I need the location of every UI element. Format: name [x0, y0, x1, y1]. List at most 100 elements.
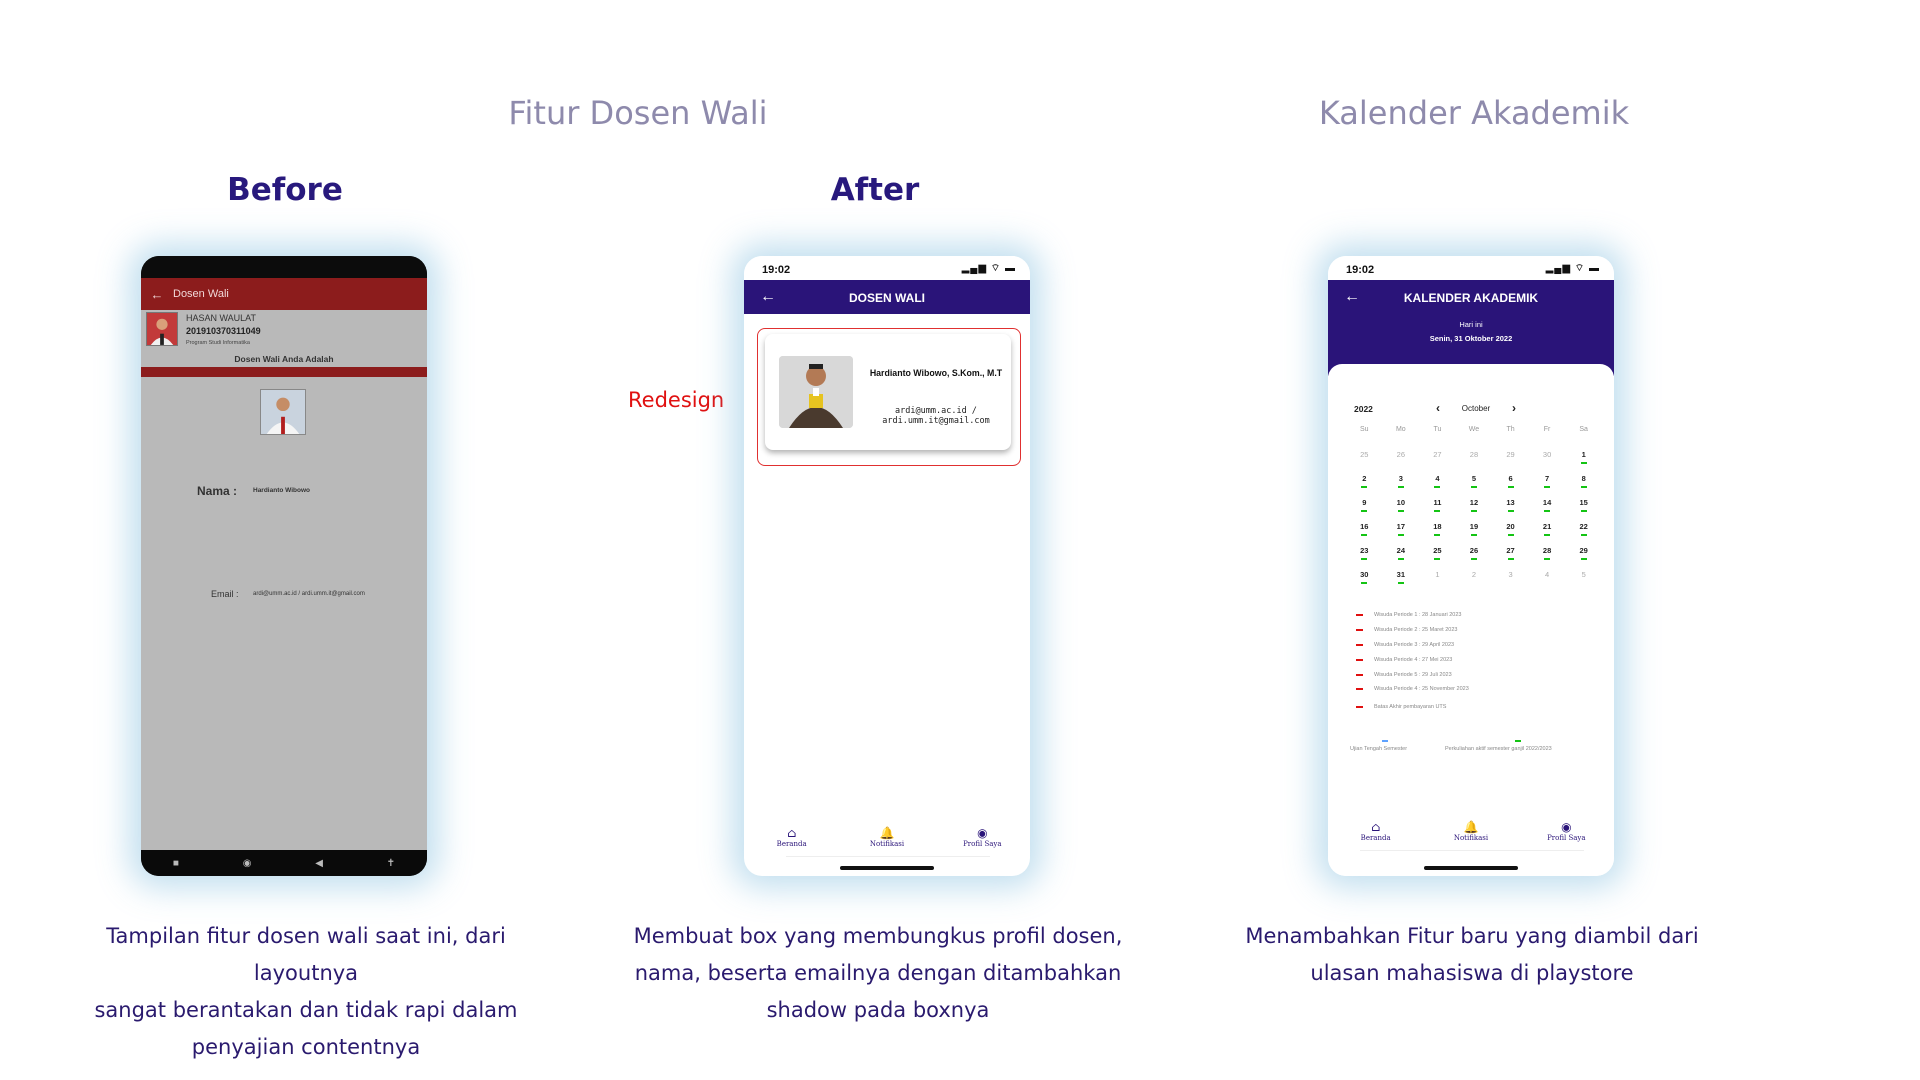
calendar-day[interactable]: 27	[1419, 450, 1456, 474]
event-indicator	[1361, 510, 1368, 512]
calendar-day[interactable]: 1	[1565, 450, 1602, 474]
calendar-day[interactable]: 6	[1492, 474, 1529, 498]
app-bar: ← KALENDER AKADEMIK Hari ini Senin, 31 O…	[1328, 280, 1614, 376]
calendar-week: 2 3 4 5 6 7 8	[1346, 474, 1602, 498]
day-number: 20	[1506, 522, 1515, 531]
day-number: 2	[1471, 570, 1477, 579]
nav-beranda[interactable]: ⌂ Beranda	[757, 826, 827, 848]
day-number: 31	[1396, 570, 1406, 579]
accessibility-icon[interactable]: ✝	[387, 858, 395, 869]
home-icon[interactable]: ◉	[243, 858, 252, 869]
recents-icon[interactable]: ■	[173, 858, 179, 869]
calendar-day[interactable]: 20	[1492, 522, 1529, 546]
calendar-day[interactable]: 23	[1346, 546, 1383, 570]
day-number: 28	[1542, 546, 1552, 555]
calendar-day[interactable]: 9	[1346, 498, 1383, 522]
calendar-day[interactable]: 31	[1383, 570, 1420, 594]
nav-profil[interactable]: ◉ Profil Saya	[947, 826, 1017, 848]
event-item: Wisuda Periode 2 : 25 Maret 2023	[1356, 623, 1596, 638]
calendar-day[interactable]: 25	[1346, 450, 1383, 474]
calendar-day[interactable]: 22	[1565, 522, 1602, 546]
calendar-day[interactable]: 13	[1492, 498, 1529, 522]
calendar-day[interactable]: 12	[1456, 498, 1493, 522]
redesign-label: Redesign	[628, 388, 725, 412]
calendar-day[interactable]: 30	[1529, 450, 1566, 474]
dosen-card[interactable]: Hardianto Wibowo, S.Kom., M.T ardi@umm.a…	[765, 334, 1011, 450]
legend-perkuliahan: Perkuliahan aktif semester ganjil 2022/2…	[1445, 746, 1552, 752]
caption-line: nama, beserta emailnya dengan ditambahka…	[634, 961, 1122, 985]
calendar-day[interactable]: 28	[1456, 450, 1493, 474]
calendar-day[interactable]: 28	[1529, 546, 1566, 570]
calendar-day[interactable]: 24	[1383, 546, 1420, 570]
chevron-right-icon[interactable]: ›	[1512, 401, 1516, 415]
calendar-day[interactable]: 27	[1492, 546, 1529, 570]
event-indicator	[1507, 510, 1514, 512]
caption-after: Membuat box yang membungkus profil dosen…	[628, 918, 1128, 1029]
calendar-day[interactable]: 14	[1529, 498, 1566, 522]
day-number: 8	[1581, 474, 1586, 483]
status-bar	[141, 256, 427, 278]
event-indicator	[1580, 558, 1587, 560]
day-number: 23	[1360, 546, 1369, 555]
event-indicator	[1434, 486, 1441, 488]
calendar-day[interactable]: 15	[1565, 498, 1602, 522]
calendar-day[interactable]: 19	[1456, 522, 1493, 546]
nav-notifikasi[interactable]: 🔔 Notifikasi	[1436, 820, 1506, 842]
event-marker	[1356, 673, 1363, 676]
day-number: 1	[1581, 450, 1586, 459]
app-bar-title: KALENDER AKADEMIK	[1403, 291, 1539, 305]
nama-value: Hardianto Wibowo	[253, 487, 310, 494]
back-arrow-icon[interactable]: ←	[141, 287, 173, 302]
calendar-day[interactable]: 29	[1565, 546, 1602, 570]
calendar-day[interactable]: 11	[1419, 498, 1456, 522]
nav-profil[interactable]: ◉ Profil Saya	[1531, 820, 1601, 842]
bottom-nav: ⌂ Beranda 🔔 Notifikasi ◉ Profil Saya	[1328, 820, 1614, 842]
calendar-grid: Su Mo Tu We Th Fr Sa 25 26 27 28 29 30 1 2 3 4 5 6 7 8 9 10 11 1…	[1346, 426, 1602, 594]
calendar-day[interactable]: 7	[1529, 474, 1566, 498]
day-number: 16	[1360, 522, 1369, 531]
student-nim: 201910370311049	[186, 326, 261, 336]
day-number: 30	[1542, 450, 1552, 459]
nav-beranda[interactable]: ⌂ Beranda	[1341, 820, 1411, 842]
calendar-day[interactable]: 25	[1419, 546, 1456, 570]
day-number: 27	[1433, 450, 1442, 459]
bell-icon: 🔔	[1463, 820, 1479, 834]
chevron-left-icon[interactable]: ‹	[1436, 401, 1440, 415]
calendar-day[interactable]: 5	[1565, 570, 1602, 594]
day-number: 28	[1469, 450, 1479, 459]
calendar-day[interactable]: 2	[1346, 474, 1383, 498]
event-indicator	[1397, 558, 1404, 560]
calendar-day[interactable]: 5	[1456, 474, 1493, 498]
caption-kalender: Menambahkan Fitur baru yang diambil dari…	[1222, 918, 1722, 992]
back-icon[interactable]: ◀	[315, 858, 323, 869]
home-indicator[interactable]	[1424, 866, 1518, 870]
event-indicator	[1361, 486, 1368, 488]
calendar-day[interactable]: 4	[1529, 570, 1566, 594]
calendar-day[interactable]: 10	[1383, 498, 1420, 522]
calendar-day[interactable]: 8	[1565, 474, 1602, 498]
calendar-day[interactable]: 26	[1456, 546, 1493, 570]
home-indicator[interactable]	[840, 866, 934, 870]
calendar-day[interactable]: 18	[1419, 522, 1456, 546]
calendar-day[interactable]: 3	[1383, 474, 1420, 498]
calendar-day[interactable]: 29	[1492, 450, 1529, 474]
event-indicator	[1361, 534, 1368, 536]
student-photo	[146, 312, 178, 346]
calendar-day[interactable]: 2	[1456, 570, 1493, 594]
calendar-day[interactable]: 17	[1383, 522, 1420, 546]
calendar-day[interactable]: 21	[1529, 522, 1566, 546]
calendar-day[interactable]: 30	[1346, 570, 1383, 594]
event-indicator	[1544, 486, 1551, 488]
caption-line: shadow pada boxnya	[766, 998, 990, 1022]
caption-before: Tampilan fitur dosen wali saat ini, dari…	[56, 918, 556, 1066]
calendar-year[interactable]: 2022	[1354, 404, 1373, 414]
calendar-day[interactable]: 4	[1419, 474, 1456, 498]
event-indicator	[1470, 534, 1477, 536]
calendar-day[interactable]: 16	[1346, 522, 1383, 546]
event-item: Wisuda Periode 5 : 29 Juli 2023	[1356, 667, 1596, 682]
calendar-day[interactable]: 26	[1383, 450, 1420, 474]
calendar-day[interactable]: 3	[1492, 570, 1529, 594]
calendar-day[interactable]: 1	[1419, 570, 1456, 594]
weekday-label: Sa	[1579, 426, 1588, 433]
nav-notifikasi[interactable]: 🔔 Notifikasi	[852, 826, 922, 848]
